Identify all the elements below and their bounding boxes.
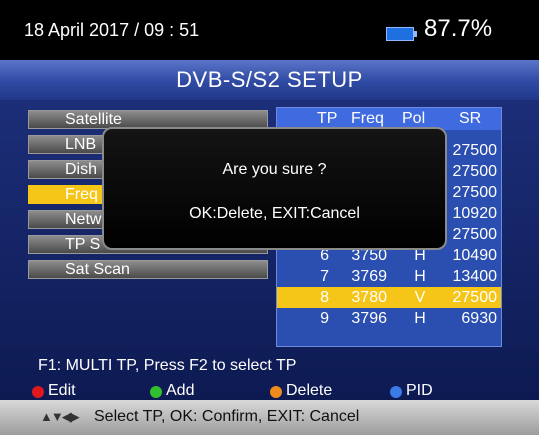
battery-icon xyxy=(386,27,417,41)
arrow-keys-icon: ▲▼◀▶ xyxy=(40,409,80,424)
col-tp: TP xyxy=(317,110,338,127)
cell-sr: 27500 xyxy=(452,142,498,159)
cell-freq: 3780 xyxy=(351,289,387,306)
cell-freq: 3769 xyxy=(351,268,387,285)
cell-sr: 10490 xyxy=(452,247,498,264)
cell-freq: 3796 xyxy=(351,310,387,327)
cell-tp: 9 xyxy=(320,310,329,327)
edit-key-label: Edit xyxy=(48,382,76,399)
pid-key-label: PID xyxy=(406,382,433,399)
table-row-selected[interactable]: 8 3780 V 27500 xyxy=(277,287,501,308)
red-button-icon xyxy=(32,386,44,398)
cell-sr: 10920 xyxy=(452,205,498,222)
cell-pol: V xyxy=(414,289,426,306)
col-freq: Freq xyxy=(351,110,384,127)
add-key-label: Add xyxy=(166,382,195,399)
table-row[interactable]: 9 3796 H 6930 xyxy=(277,308,501,329)
cell-sr: 27500 xyxy=(452,226,498,243)
page-title: DVB-S/S2 SETUP xyxy=(176,67,363,92)
cell-sr: 13400 xyxy=(452,268,498,285)
battery-level: 87.7% xyxy=(424,15,493,42)
cell-sr: 27500 xyxy=(452,163,498,180)
cell-tp: 7 xyxy=(320,268,329,285)
orange-button-icon xyxy=(270,386,282,398)
dialog-actions: OK:Delete, EXIT:Cancel xyxy=(189,205,360,222)
footer-help: Select TP, OK: Confirm, EXIT: Cancel xyxy=(94,408,360,425)
cell-sr: 27500 xyxy=(452,289,498,306)
hint-text: F1: MULTI TP, Press F2 to select TP xyxy=(38,357,297,374)
datetime: 18 April 2017 / 09 : 51 xyxy=(24,20,200,40)
dialog-question: Are you sure ? xyxy=(222,161,327,178)
blue-button-icon xyxy=(390,386,402,398)
footer-bar: ▲▼◀▶ Select TP, OK: Confirm, EXIT: Cance… xyxy=(0,400,539,435)
cell-tp: 8 xyxy=(320,289,329,306)
status-bar: 18 April 2017 / 09 : 51 87.7% xyxy=(0,0,539,60)
delete-key-label: Delete xyxy=(286,382,333,399)
col-pol: Pol xyxy=(402,110,426,127)
cell-sr: 27500 xyxy=(452,184,498,201)
confirm-dialog[interactable]: Are you sure ? OK:Delete, EXIT:Cancel xyxy=(102,127,447,250)
cell-pol: H xyxy=(414,268,426,285)
menu-item-sat-scan[interactable]: Sat Scan xyxy=(28,260,268,279)
title-bar: DVB-S/S2 SETUP xyxy=(0,60,539,100)
col-sr: SR xyxy=(459,110,482,127)
color-key-bar: Edit Add Delete PID xyxy=(0,380,539,400)
cell-sr: 6930 xyxy=(461,310,497,327)
table-row[interactable]: 7 3769 H 13400 xyxy=(277,266,501,287)
cell-pol: H xyxy=(414,310,426,327)
green-button-icon xyxy=(150,386,162,398)
